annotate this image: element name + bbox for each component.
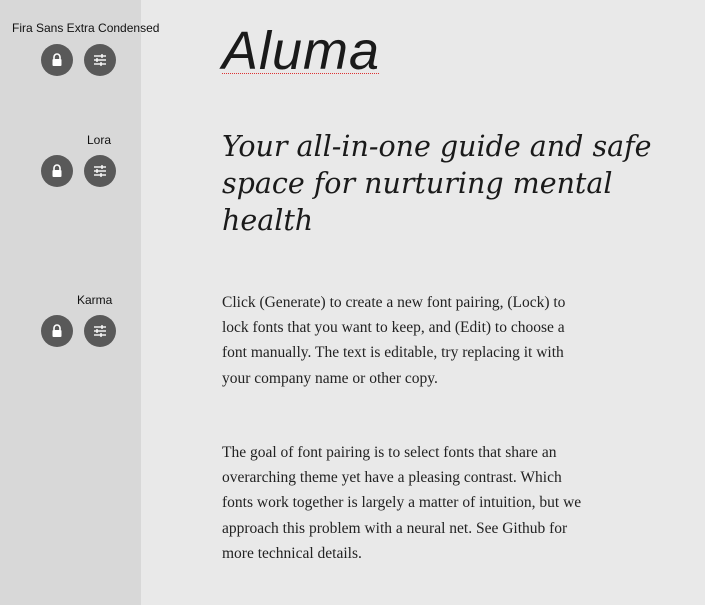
edit-font-button[interactable] xyxy=(84,315,116,347)
edit-font-button[interactable] xyxy=(84,44,116,76)
preview-area: Aluma Your all-in-one guide and safe spa… xyxy=(141,0,705,605)
body-paragraph[interactable]: Click (Generate) to create a new font pa… xyxy=(222,290,582,391)
font-name-label: Fira Sans Extra Condensed xyxy=(12,21,160,35)
lock-button[interactable] xyxy=(41,155,73,187)
font-name-label: Lora xyxy=(87,133,112,147)
font-name-label: Karma xyxy=(77,293,113,307)
lock-button[interactable] xyxy=(41,44,73,76)
edit-font-button[interactable] xyxy=(84,155,116,187)
lock-icon xyxy=(51,324,63,338)
lock-button[interactable] xyxy=(41,315,73,347)
headline-text[interactable]: Your all-in-one guide and safe space for… xyxy=(222,128,672,239)
body-paragraph[interactable]: The goal of font pairing is to select fo… xyxy=(222,440,582,566)
lock-icon xyxy=(51,164,63,178)
font-sidebar: Fira Sans Extra Condensed Lora Karma xyxy=(0,0,159,605)
logo-text[interactable]: Aluma xyxy=(222,20,380,82)
lock-icon xyxy=(51,53,63,67)
sliders-icon xyxy=(93,54,107,66)
sliders-icon xyxy=(93,325,107,337)
sliders-icon xyxy=(93,165,107,177)
